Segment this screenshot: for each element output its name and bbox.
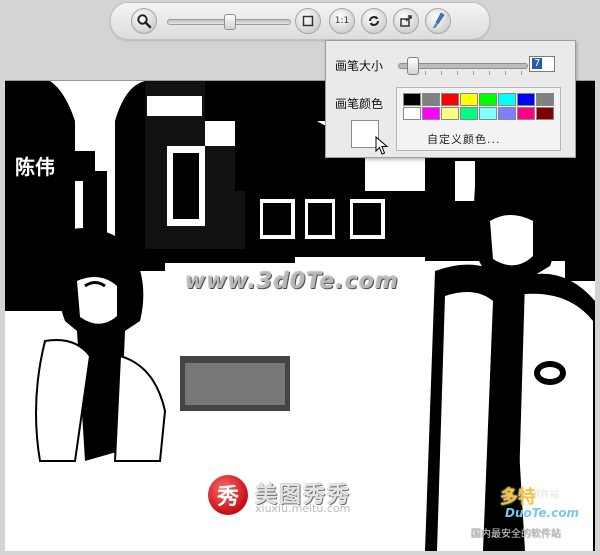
brush-size-value: 7 (532, 58, 543, 69)
duote-slogan: 国内最安全的软件站 (471, 529, 561, 540)
slider-tick (521, 71, 522, 75)
zoom-icon[interactable] (131, 8, 157, 34)
slider-tick (441, 71, 442, 75)
color-swatch[interactable] (422, 107, 440, 120)
color-swatch[interactable] (403, 93, 421, 106)
duote-url: DuoTe.com (505, 506, 579, 520)
mouse-cursor-icon (375, 136, 389, 155)
fit-window-icon[interactable] (295, 8, 321, 34)
slider-tick (457, 71, 458, 75)
color-swatch[interactable] (460, 93, 478, 106)
brush-settings-panel: 画笔大小 7 画笔颜色 自定义颜色... (325, 40, 576, 158)
color-swatch[interactable] (441, 107, 459, 120)
actual-size-label: 1:1 (334, 16, 350, 26)
zoom-slider[interactable] (167, 14, 291, 30)
color-swatch[interactable] (441, 93, 459, 106)
color-swatch[interactable] (479, 93, 497, 106)
actual-size-button[interactable]: 1:1 (329, 8, 355, 34)
zoom-slider-thumb[interactable] (224, 14, 236, 30)
brush-color-label: 画笔颜色 (335, 97, 384, 111)
color-palette: 自定义颜色... (396, 87, 561, 151)
slider-tick (425, 71, 426, 75)
color-swatch[interactable] (536, 93, 554, 106)
meitu-logo-icon: 秀 (208, 475, 248, 515)
color-swatch[interactable] (536, 107, 554, 120)
custom-color-link[interactable]: 自定义颜色... (427, 131, 501, 147)
duote-sub: 软件站 (532, 490, 560, 500)
image-toolbar: 1:1 (110, 2, 490, 40)
color-swatch[interactable] (403, 107, 421, 120)
brush-icon[interactable] (425, 8, 451, 34)
brush-size-thumb[interactable] (407, 57, 419, 75)
color-swatch[interactable] (422, 93, 440, 106)
site-watermark: www.3d0Te.com (185, 269, 399, 294)
color-swatch[interactable] (460, 107, 478, 120)
color-swatch[interactable] (479, 107, 497, 120)
brush-size-slider[interactable] (398, 57, 528, 75)
color-swatch[interactable] (498, 107, 516, 120)
slider-tick (505, 71, 506, 75)
color-swatch[interactable] (498, 93, 516, 106)
svg-text:陈伟: 陈伟 (15, 155, 55, 179)
color-swatch[interactable] (517, 107, 535, 120)
export-icon[interactable] (393, 8, 419, 34)
swatch-grid (403, 93, 554, 120)
color-swatch[interactable] (517, 93, 535, 106)
brush-size-input[interactable]: 7 (529, 56, 555, 72)
slider-tick (473, 71, 474, 75)
rotate-icon[interactable] (361, 8, 387, 34)
brush-size-label: 画笔大小 (335, 59, 384, 73)
slider-tick (489, 71, 490, 75)
meitu-watermark-url: xiuxiu.meitu.com (255, 502, 351, 515)
